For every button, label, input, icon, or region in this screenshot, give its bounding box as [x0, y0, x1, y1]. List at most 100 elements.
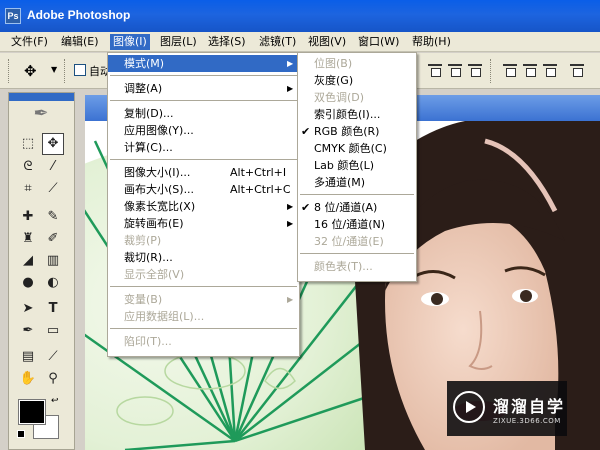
- mode-submenu: 位图(B) 灰度(G) 双色调(D) 索引颜色(I)... ✔ RGB 颜色(R) CMYK…: [297, 52, 417, 282]
- menu-item-label: 索引颜色(I)...: [314, 108, 381, 121]
- crop-icon[interactable]: ⌗: [17, 178, 39, 200]
- watermark: 溜溜自学 ZIXUE.3D66.COM: [447, 381, 567, 436]
- image-menu-item[interactable]: 变量(B) ▶: [108, 291, 299, 308]
- menu-view[interactable]: 视图(V): [305, 34, 349, 50]
- menu-item-label: 复制(D)...: [124, 107, 174, 120]
- menu-item-label: 画布大小(S)...: [124, 183, 195, 196]
- mode-menu-item[interactable]: 多通道(M): [298, 174, 416, 191]
- mode-menu-item[interactable]: 颜色表(T)...: [298, 258, 416, 275]
- blur-icon[interactable]: ●: [17, 272, 39, 294]
- menu-item-label: 图像大小(I)...: [124, 166, 191, 179]
- notes-icon[interactable]: ▤: [17, 346, 39, 368]
- gradient-icon[interactable]: ▥: [42, 250, 64, 272]
- mode-menu-item[interactable]: 灰度(G): [298, 72, 416, 89]
- mode-menu-item[interactable]: 位图(B): [298, 55, 416, 72]
- distribute-left-icon[interactable]: [570, 64, 584, 77]
- magic-wand-icon[interactable]: ⁄: [42, 156, 64, 178]
- options-bar-grip[interactable]: [8, 59, 11, 83]
- menu-item-label: 裁切(R)...: [124, 251, 173, 264]
- default-colors-icon[interactable]: [17, 430, 25, 438]
- eyedropper-icon[interactable]: ⟋: [42, 346, 64, 368]
- menu-item-label: 显示全部(V): [124, 268, 185, 281]
- image-menu-item[interactable]: 模式(M) ▶: [108, 55, 299, 72]
- mode-menu-item[interactable]: Lab 颜色(L): [298, 157, 416, 174]
- image-menu-item[interactable]: 调整(A) ▶: [108, 80, 299, 97]
- type-icon[interactable]: T: [42, 298, 64, 320]
- app-title-bar[interactable]: Ps Adobe Photoshop: [0, 0, 600, 32]
- checkmark-icon: ✔: [301, 201, 311, 214]
- image-menu-item[interactable]: 裁切(R)...: [108, 249, 299, 266]
- move-icon[interactable]: ✥: [42, 133, 64, 155]
- mode-menu-item[interactable]: 32 位/通道(E): [298, 233, 416, 250]
- menu-window[interactable]: 窗口(W): [355, 34, 402, 50]
- mode-menu-item[interactable]: ✔ RGB 颜色(R): [298, 123, 416, 140]
- dodge-icon[interactable]: ◐: [42, 272, 64, 294]
- foreground-color-swatch[interactable]: [18, 399, 46, 425]
- submenu-arrow-icon: ▶: [287, 295, 294, 304]
- hand-icon[interactable]: ✋: [17, 368, 39, 390]
- mode-menu-item[interactable]: 索引颜色(I)...: [298, 106, 416, 123]
- menu-item-label: 应用图像(Y)...: [124, 124, 194, 137]
- image-menu-dropdown: 模式(M) ▶ 调整(A) ▶ 复制(D)... 应用图像(Y)... 计算(C)... 图像…: [107, 52, 300, 357]
- swap-colors-icon[interactable]: ↩: [51, 396, 59, 406]
- options-divider: [490, 59, 493, 83]
- play-logo-icon: [453, 391, 485, 423]
- lasso-icon[interactable]: ᘓ: [17, 156, 39, 178]
- image-menu-item[interactable]: 旋转画布(E) ▶: [108, 215, 299, 232]
- image-menu-item[interactable]: 应用图像(Y)...: [108, 122, 299, 139]
- menu-item-label: 位图(B): [314, 57, 353, 70]
- align-vcenter-icon[interactable]: [448, 64, 462, 77]
- stamp-icon[interactable]: ♜: [17, 228, 39, 250]
- distribute-bottom-icon[interactable]: [543, 64, 557, 77]
- image-menu-item[interactable]: 复制(D)...: [108, 105, 299, 122]
- menu-item-shortcut: Alt+Ctrl+I: [230, 166, 287, 179]
- image-menu-item[interactable]: 图像大小(I)... Alt+Ctrl+I: [108, 164, 299, 181]
- image-menu-item[interactable]: 显示全部(V): [108, 266, 299, 283]
- path-select-icon[interactable]: ➤: [17, 298, 39, 320]
- marquee-icon[interactable]: ⬚: [17, 133, 39, 155]
- menu-item-label: 颜色表(T)...: [314, 260, 373, 273]
- checkmark-icon: ✔: [301, 125, 311, 138]
- image-menu-item[interactable]: 像素长宽比(X) ▶: [108, 198, 299, 215]
- chevron-down-icon[interactable]: ▼: [51, 65, 57, 74]
- image-menu-item[interactable]: 陷印(T)...: [108, 333, 299, 350]
- menu-separator: [300, 253, 414, 254]
- menu-layer[interactable]: 图层(L): [157, 34, 200, 50]
- mode-menu-item[interactable]: 双色调(D): [298, 89, 416, 106]
- menu-separator: [300, 194, 414, 195]
- menu-item-label: 双色调(D): [314, 91, 365, 104]
- pen-icon[interactable]: ✒: [17, 320, 39, 342]
- zoom-icon[interactable]: ⚲: [42, 368, 64, 390]
- submenu-arrow-icon: ▶: [287, 202, 294, 211]
- menu-item-label: 旋转画布(E): [124, 217, 184, 230]
- menu-separator: [110, 328, 297, 329]
- align-bottom-icon[interactable]: [468, 64, 482, 77]
- eraser-icon[interactable]: ◢: [17, 250, 39, 272]
- menu-help[interactable]: 帮助(H): [409, 34, 454, 50]
- auto-select-checkbox[interactable]: [74, 64, 86, 76]
- brush-icon[interactable]: ✎: [42, 206, 64, 228]
- shape-icon[interactable]: ▭: [42, 320, 64, 342]
- feather-logo-icon[interactable]: ✒: [23, 103, 59, 124]
- mode-menu-item[interactable]: 16 位/通道(N): [298, 216, 416, 233]
- mode-menu-item[interactable]: ✔ 8 位/通道(A): [298, 199, 416, 216]
- menu-file[interactable]: 文件(F): [8, 34, 51, 50]
- history-brush-icon[interactable]: ✐: [42, 228, 64, 250]
- mode-menu-item[interactable]: CMYK 颜色(C): [298, 140, 416, 157]
- move-tool-icon[interactable]: ✥: [24, 62, 37, 80]
- menu-edit[interactable]: 编辑(E): [58, 34, 102, 50]
- menu-filter[interactable]: 滤镜(T): [256, 34, 299, 50]
- image-menu-item[interactable]: 画布大小(S)... Alt+Ctrl+C: [108, 181, 299, 198]
- app-title: Adobe Photoshop: [27, 8, 131, 22]
- healing-brush-icon[interactable]: ✚: [17, 206, 39, 228]
- distribute-top-icon[interactable]: [503, 64, 517, 77]
- menu-select[interactable]: 选择(S): [205, 34, 249, 50]
- image-menu-item[interactable]: 应用数据组(L)...: [108, 308, 299, 325]
- slice-icon[interactable]: ⟋: [42, 178, 64, 200]
- image-menu-item[interactable]: 计算(C)...: [108, 139, 299, 156]
- menu-image[interactable]: 图像(I): [110, 34, 150, 50]
- toolbox-title-bar[interactable]: [9, 93, 74, 101]
- align-top-icon[interactable]: [428, 64, 442, 77]
- image-menu-item[interactable]: 裁剪(P): [108, 232, 299, 249]
- distribute-vcenter-icon[interactable]: [523, 64, 537, 77]
